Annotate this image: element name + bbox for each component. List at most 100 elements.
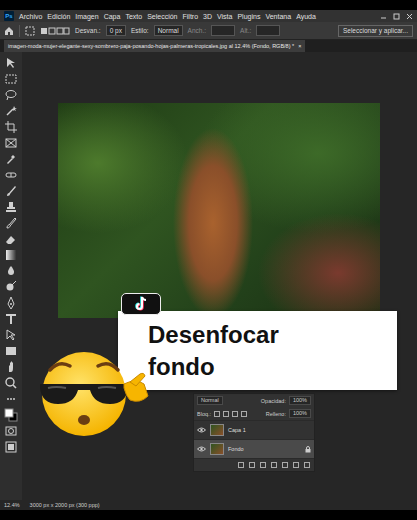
layer-action-button[interactable] (271, 462, 277, 468)
tool-button[interactable] (4, 392, 18, 406)
fill-field[interactable]: 100% (289, 409, 311, 418)
layer-action-button[interactable] (293, 462, 299, 468)
tool-button[interactable] (4, 152, 18, 166)
menu-item[interactable]: Filtro (183, 13, 199, 20)
height-field[interactable] (256, 25, 280, 36)
caption-line: Desenfocar (148, 319, 387, 351)
eraser-icon[interactable] (4, 232, 18, 246)
blur-icon[interactable] (4, 264, 18, 278)
layer-action-button[interactable] (282, 462, 288, 468)
tool-button[interactable] (4, 376, 18, 390)
layer-action-button[interactable] (238, 462, 244, 468)
menu-item[interactable]: Ayuda (296, 13, 316, 20)
close-icon[interactable] (406, 13, 413, 20)
tool-button[interactable] (4, 120, 18, 134)
layer-row[interactable]: Fondo (194, 439, 314, 458)
tool-button[interactable] (4, 360, 18, 374)
menu-item[interactable]: Edición (47, 13, 70, 20)
document-tab[interactable]: imagen-moda-mujer-elegante-sexy-sombrero… (4, 40, 305, 52)
type-icon[interactable] (4, 312, 18, 326)
tool-button[interactable] (4, 344, 18, 358)
layer-action-button[interactable] (260, 462, 266, 468)
eye-icon[interactable] (197, 427, 206, 433)
frame-icon[interactable] (4, 136, 18, 150)
emoji-sticker (32, 348, 152, 438)
menu-item[interactable]: Ventana (265, 13, 291, 20)
lock-option[interactable] (214, 411, 220, 417)
tool-button[interactable] (4, 280, 18, 294)
tool-button[interactable] (4, 264, 18, 278)
hand-icon[interactable] (4, 360, 18, 374)
visibility-toggle[interactable] (197, 427, 206, 433)
eyedropper-icon[interactable] (4, 152, 18, 166)
move-icon[interactable] (4, 56, 18, 70)
stamp-icon[interactable] (4, 200, 18, 214)
lock-option[interactable] (232, 411, 238, 417)
layer-action-button[interactable] (304, 462, 310, 468)
tiktok-logo-icon (134, 296, 148, 312)
maximize-icon[interactable] (393, 13, 400, 20)
opacity-field[interactable]: 100% (289, 396, 311, 405)
tool-button[interactable] (4, 72, 18, 86)
tool-button[interactable] (4, 168, 18, 182)
tool-button[interactable] (4, 424, 18, 438)
layer-action-button[interactable] (249, 462, 255, 468)
lock-option[interactable] (241, 411, 247, 417)
visibility-toggle[interactable] (197, 446, 206, 452)
tool-button[interactable] (4, 216, 18, 230)
menu-item[interactable]: Capa (104, 13, 121, 20)
lasso-icon[interactable] (4, 88, 18, 102)
brush-icon[interactable] (4, 184, 18, 198)
tool-button[interactable] (4, 184, 18, 198)
menu-item[interactable]: Texto (125, 13, 142, 20)
tool-button[interactable] (4, 56, 18, 70)
marquee-tool-icon[interactable] (4, 72, 18, 86)
path-selection-icon[interactable] (4, 328, 18, 342)
tool-button[interactable] (4, 248, 18, 262)
tool-button[interactable] (4, 104, 18, 118)
document-info: 3000 px x 2000 px (300 ppp) (30, 502, 100, 508)
menu-item[interactable]: Imagen (75, 13, 98, 20)
feather-field[interactable]: 0 px (106, 25, 126, 36)
magic-wand-icon[interactable] (4, 104, 18, 118)
menu-item[interactable]: 3D (203, 13, 212, 20)
layer-row[interactable]: Capa 1 (194, 420, 314, 439)
select-mask-button[interactable]: Seleccionar y aplicar... (338, 25, 413, 37)
menu-item[interactable]: Plugins (237, 13, 260, 20)
tool-button[interactable] (4, 296, 18, 310)
history-brush-icon[interactable] (4, 216, 18, 230)
more-tools-icon[interactable] (4, 392, 18, 406)
photo[interactable] (58, 103, 380, 318)
screen-mode-icon[interactable] (4, 440, 18, 454)
dodge-icon[interactable] (4, 280, 18, 294)
minimize-icon[interactable] (380, 13, 387, 20)
style-dropdown[interactable]: Normal (154, 25, 183, 36)
color-swatches-icon[interactable] (4, 408, 18, 422)
tool-button[interactable] (4, 88, 18, 102)
crop-icon[interactable] (4, 120, 18, 134)
gradient-icon[interactable] (4, 248, 18, 262)
zoom-icon[interactable] (4, 376, 18, 390)
lock-option[interactable] (223, 411, 229, 417)
marquee-icon[interactable] (25, 26, 35, 36)
blend-mode-dropdown[interactable]: Normal (197, 396, 223, 405)
menu-item[interactable]: Selección (147, 13, 177, 20)
tool-button[interactable] (4, 232, 18, 246)
tool-button[interactable] (4, 440, 18, 454)
tool-button[interactable] (4, 200, 18, 214)
eye-icon[interactable] (197, 446, 206, 452)
selection-mode-icon[interactable] (40, 26, 70, 36)
tab-close[interactable]: × (298, 43, 301, 49)
tool-button[interactable] (4, 312, 18, 326)
menu-item[interactable]: Archivo (19, 13, 42, 20)
tool-button[interactable] (4, 328, 18, 342)
rectangle-icon[interactable] (4, 344, 18, 358)
home-icon[interactable] (4, 26, 14, 36)
quick-mask-icon[interactable] (4, 424, 18, 438)
menu-item[interactable]: Vista (217, 13, 232, 20)
pen-icon[interactable] (4, 296, 18, 310)
healing-icon[interactable] (4, 168, 18, 182)
tool-button[interactable] (4, 408, 18, 422)
width-field[interactable] (211, 25, 235, 36)
tool-button[interactable] (4, 136, 18, 150)
